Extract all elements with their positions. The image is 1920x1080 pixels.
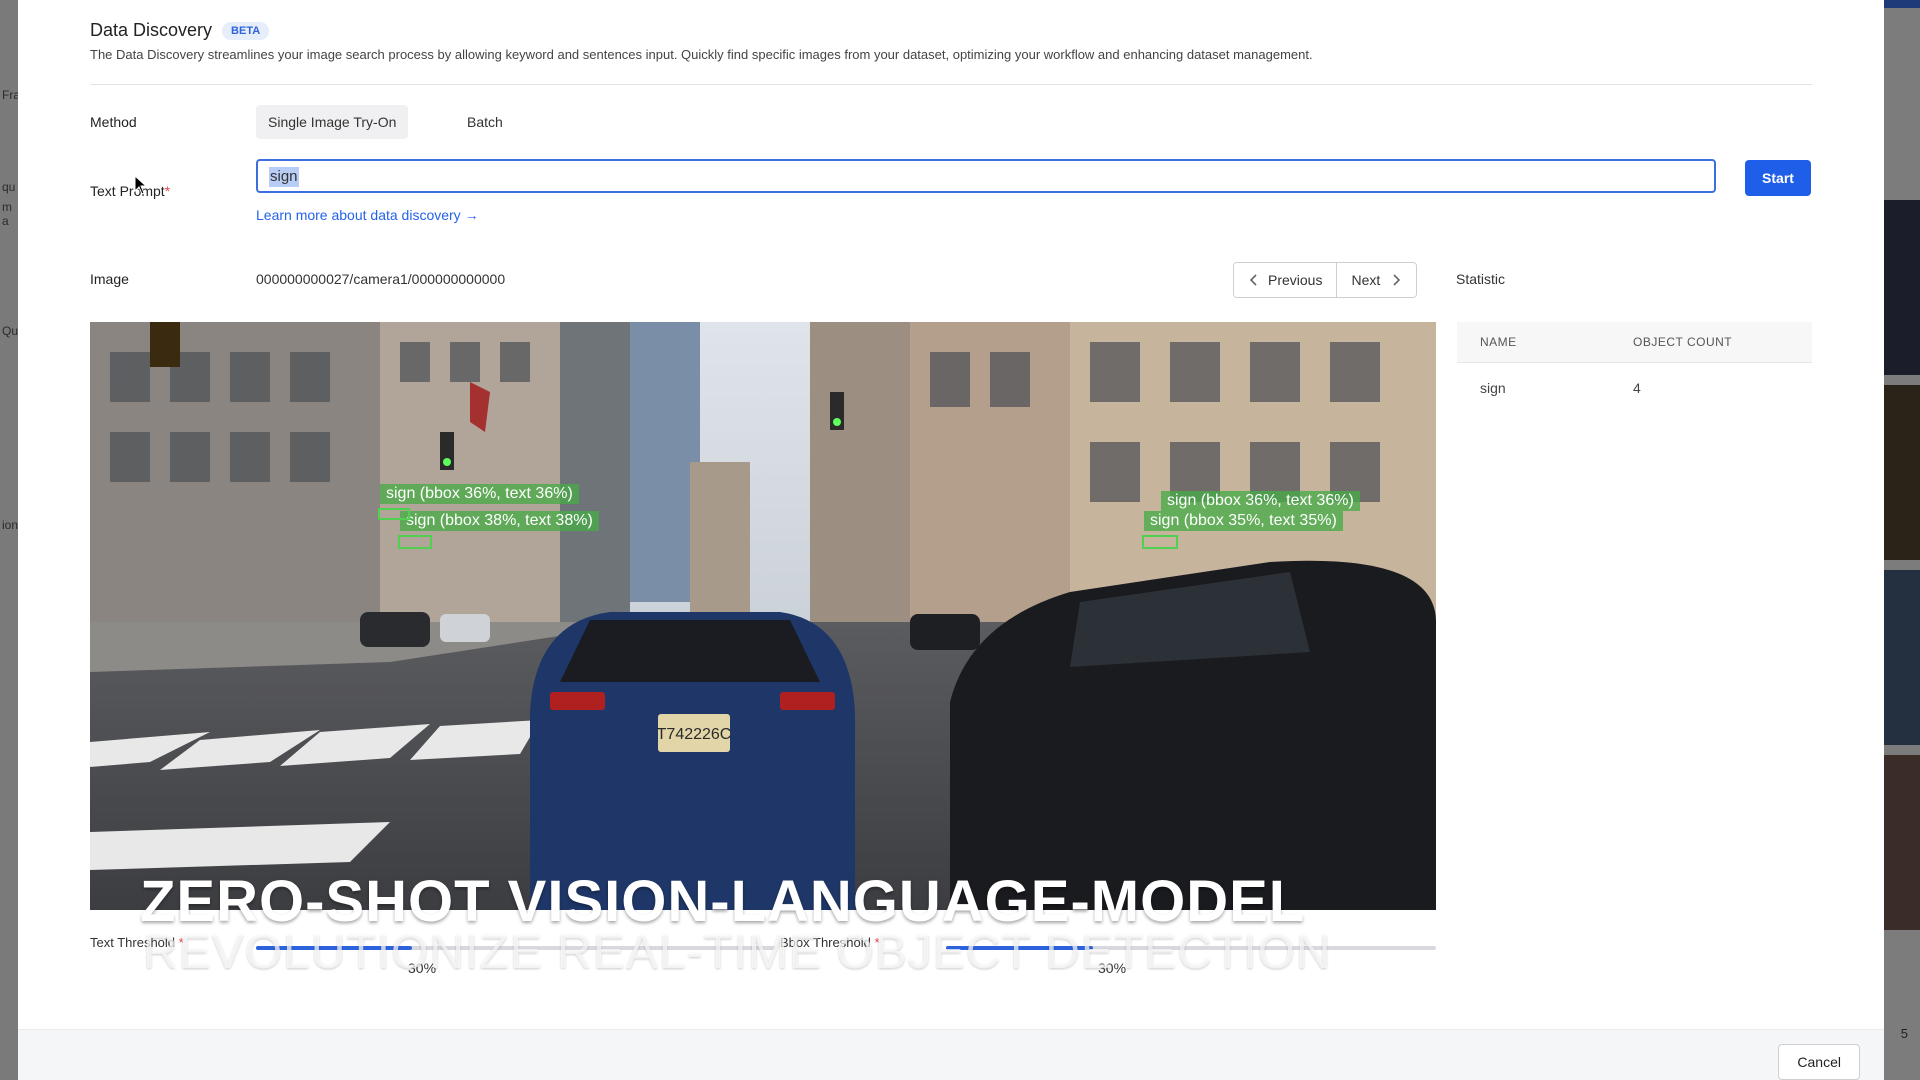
background-fragment: 5 <box>1900 1026 1908 1041</box>
background-fragment: qu <box>2 180 16 194</box>
background-thumbnail <box>1884 200 1920 375</box>
background-fragment: ion <box>2 518 19 532</box>
video-caption-subtitle: REVOLUTIONIZE REAL-TIME OBJECT DETECTION <box>143 926 1332 979</box>
table-row: sign 4 <box>1457 363 1812 413</box>
beta-badge: BETA <box>222 21 270 40</box>
text-prompt-input[interactable] <box>256 159 1716 193</box>
image-label: Image <box>90 271 129 287</box>
start-button[interactable]: Start <box>1745 160 1811 196</box>
license-plate: T742226C <box>657 726 732 743</box>
method-label: Method <box>90 114 137 130</box>
detection-label: sign (bbox 36%, text 36%) <box>1161 491 1360 511</box>
next-label: Next <box>1351 272 1381 288</box>
image-pager: Previous Next <box>1233 262 1418 298</box>
detection-box <box>398 535 432 549</box>
previous-label: Previous <box>1268 272 1323 288</box>
detection-image: T742226C sign (bbox 36%, text 36%) sign … <box>90 322 1436 910</box>
background-thumbnail <box>1884 570 1920 745</box>
previous-button[interactable]: Previous <box>1234 263 1337 297</box>
statistic-label: Statistic <box>1456 271 1506 287</box>
background-thumbnail <box>1884 385 1920 560</box>
statistic-table: NAME OBJECT COUNT sign 4 <box>1457 322 1812 413</box>
background-thumbnail <box>1884 755 1920 930</box>
detection-box <box>378 508 410 520</box>
background-fragment: m a <box>2 200 12 228</box>
cancel-button[interactable]: Cancel <box>1778 1044 1860 1080</box>
text-prompt-label-text: Text Prompt <box>90 183 165 199</box>
chevron-left-icon <box>1249 274 1257 286</box>
detection-label: sign (bbox 38%, text 38%) <box>400 511 599 531</box>
required-mark: * <box>164 183 171 199</box>
detection-label: sign (bbox 36%, text 36%) <box>380 484 579 504</box>
modal-title: Data Discovery BETA <box>90 20 270 41</box>
image-path: 000000000027/camera1/000000000000 <box>256 271 506 287</box>
text-prompt-label: Text Prompt* <box>90 183 170 199</box>
detection-label: sign (bbox 35%, text 35%) <box>1144 511 1343 531</box>
next-button[interactable]: Next <box>1336 263 1417 297</box>
background-app-left: Fra qu m a Qua ion <box>0 0 25 1080</box>
divider <box>90 84 1812 85</box>
chevron-right-icon <box>1393 274 1401 286</box>
background-accent <box>1884 0 1920 8</box>
learn-more-link[interactable]: Learn more about data discovery → <box>256 207 479 223</box>
row-object-count: 4 <box>1633 380 1641 396</box>
street-scene: T742226C <box>90 322 1436 910</box>
column-header-name: NAME <box>1480 335 1517 349</box>
modal-footer: Cancel <box>18 1029 1884 1080</box>
table-header: NAME OBJECT COUNT <box>1457 322 1812 363</box>
background-app-right: 5 <box>1884 0 1920 1080</box>
detection-box <box>1142 535 1178 549</box>
method-single-image-tab[interactable]: Single Image Try-On <box>256 105 409 139</box>
page-title: Data Discovery <box>90 20 213 40</box>
row-name: sign <box>1480 380 1506 396</box>
modal-description: The Data Discovery streamlines your imag… <box>90 47 1313 62</box>
method-batch-tab[interactable]: Batch <box>455 105 515 139</box>
column-header-object-count: OBJECT COUNT <box>1633 335 1733 349</box>
mouse-cursor-icon <box>134 175 148 195</box>
data-discovery-modal: Data Discovery BETA The Data Discovery s… <box>18 0 1884 1080</box>
